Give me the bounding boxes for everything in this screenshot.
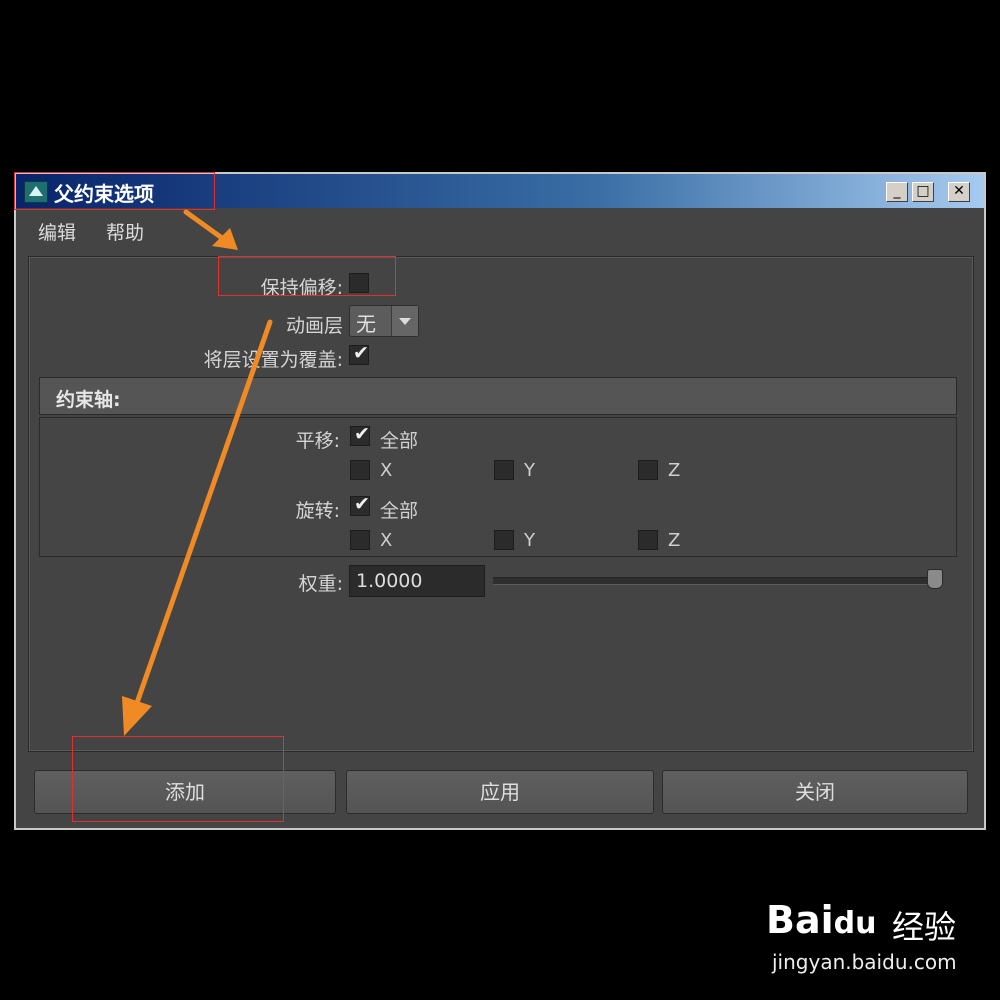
- watermark-url: jingyan.baidu.com: [772, 950, 957, 974]
- annotation-arrows: [122, 209, 273, 736]
- arrow-head-add: [122, 696, 152, 736]
- baidu-jingyan-watermark: Baidu 经验 jingyan.baidu.com: [766, 880, 986, 990]
- baidu-logo: Baidu: [766, 898, 877, 942]
- arrow-offset-to-add: [135, 319, 273, 703]
- watermark-text: 经验: [892, 908, 957, 946]
- arrow-title-to-offset: [183, 209, 225, 241]
